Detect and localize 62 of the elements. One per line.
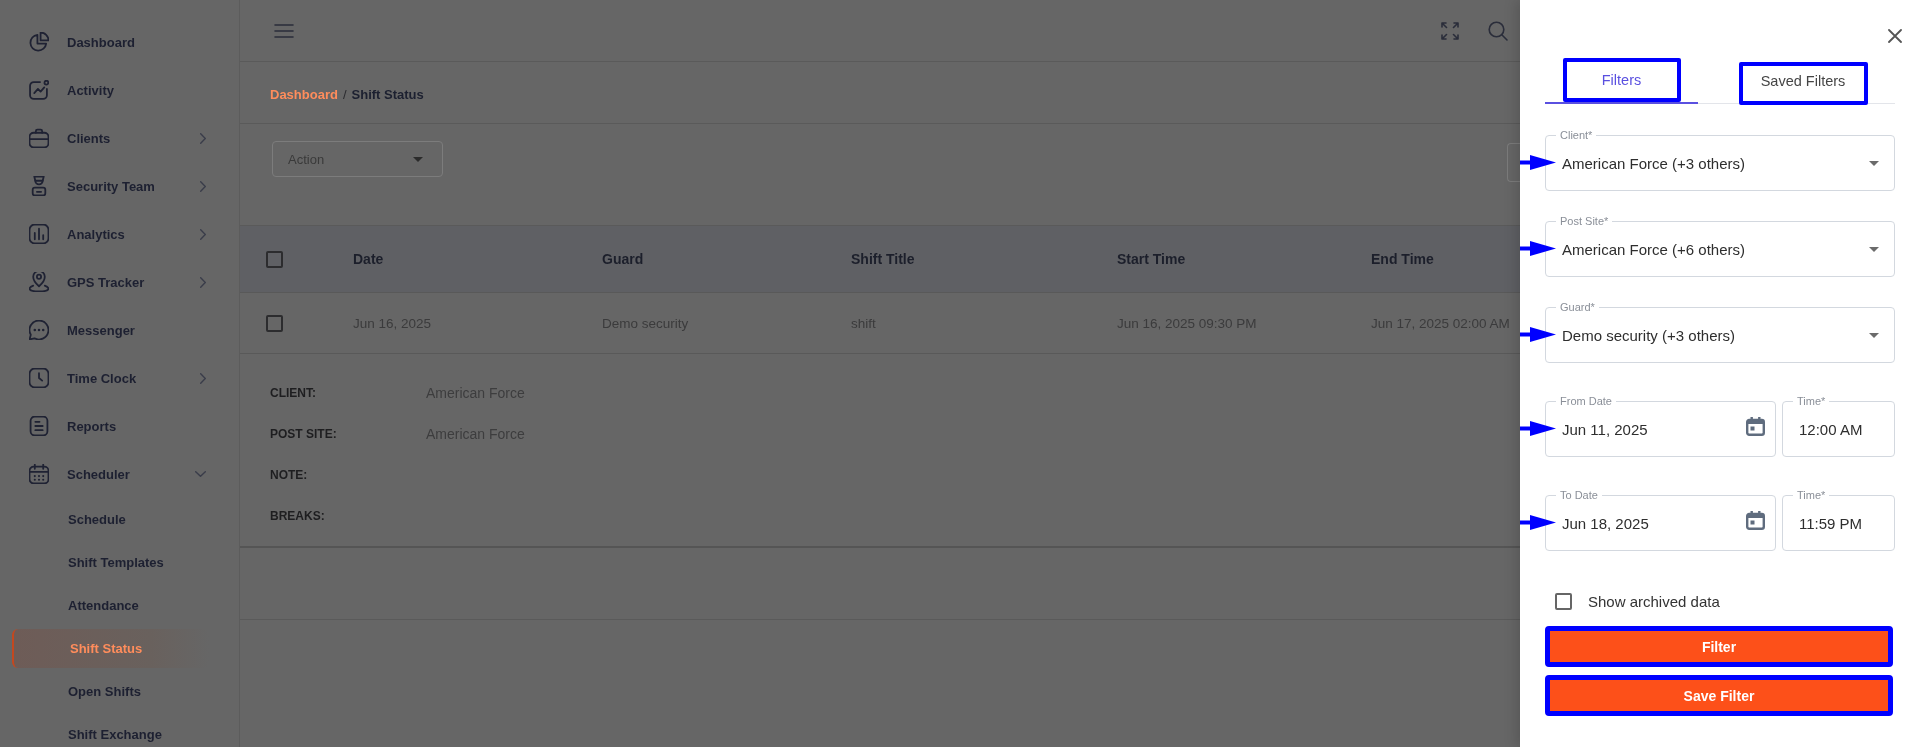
- clock-icon: [29, 368, 49, 388]
- page-title: Shift Status: [351, 86, 424, 102]
- column-header: Guard: [602, 251, 644, 267]
- tab[interactable]: Saved Filters: [1738, 62, 1868, 105]
- menu-icon[interactable]: [274, 23, 294, 38]
- date-field[interactable]: To Date Jun 18, 2025: [1545, 489, 1776, 551]
- sidebar-subitem[interactable]: Schedule: [12, 500, 209, 539]
- panel-button[interactable]: Filter: [1545, 626, 1893, 667]
- person-icon: [29, 176, 49, 196]
- dropdown-caret-icon: [1869, 247, 1879, 252]
- dropdown-caret-icon: [1869, 333, 1879, 338]
- column-header: Shift Title: [851, 251, 915, 267]
- archived-checkbox[interactable]: [1555, 592, 1572, 610]
- time-field[interactable]: Time* 11:59 PM: [1782, 489, 1895, 551]
- sidebar-item[interactable]: GPS Tracker: [0, 258, 239, 306]
- select-all-checkbox[interactable]: [266, 250, 283, 268]
- sidebar-subitem[interactable]: Shift Exchange: [12, 715, 209, 747]
- sidebar-subitem[interactable]: Open Shifts: [12, 672, 209, 711]
- close-icon[interactable]: [1888, 29, 1902, 43]
- sidebar-item[interactable]: Dashboard: [0, 18, 239, 66]
- sidebar-subitem[interactable]: Shift Templates: [12, 543, 209, 582]
- map-pin-icon: [29, 272, 49, 292]
- bar-chart-icon: [29, 224, 49, 244]
- sidebar-item[interactable]: Messenger: [0, 306, 239, 354]
- calendar-icon: [29, 464, 49, 484]
- sidebar-item[interactable]: Scheduler: [0, 450, 239, 498]
- fullscreen-icon[interactable]: [1441, 21, 1459, 40]
- select-field[interactable]: Client* American Force (+3 others): [1545, 129, 1895, 191]
- dropdown-caret-icon: [413, 156, 423, 162]
- sidebar-item[interactable]: Activity: [0, 66, 239, 114]
- chat-bubble-icon: [29, 320, 49, 340]
- trend-chart-icon: [29, 80, 49, 100]
- search-icon[interactable]: [1488, 20, 1508, 41]
- dropdown-caret-icon: [1869, 161, 1879, 166]
- column-header: Date: [353, 251, 384, 267]
- column-header: Start Time: [1117, 251, 1186, 267]
- sidebar-item[interactable]: Analytics: [0, 210, 239, 258]
- detail-label: BREAKS:: [270, 508, 326, 523]
- calendar-icon[interactable]: [1746, 511, 1765, 530]
- sidebar-item[interactable]: Time Clock: [0, 354, 239, 402]
- date-field[interactable]: From Date Jun 11, 2025: [1545, 395, 1776, 457]
- breadcrumb-link[interactable]: Dashboard: [270, 86, 338, 102]
- time-field[interactable]: Time* 12:00 AM: [1782, 395, 1895, 457]
- pie-chart-icon: [29, 32, 49, 52]
- panel-button[interactable]: Save Filter: [1545, 675, 1893, 716]
- sidebar-item[interactable]: Reports: [0, 402, 239, 450]
- breadcrumb-separator: /: [342, 86, 347, 102]
- calendar-icon[interactable]: [1746, 417, 1765, 436]
- select-field[interactable]: Post Site* American Force (+6 others): [1545, 215, 1895, 277]
- sidebar-item[interactable]: Clients: [0, 114, 239, 162]
- detail-label: NOTE:: [270, 467, 309, 482]
- column-header: End Time: [1371, 251, 1434, 267]
- select-field[interactable]: Guard* Demo security (+3 others): [1545, 301, 1895, 363]
- row-checkbox[interactable]: [266, 314, 283, 332]
- detail-label: CLIENT:: [270, 385, 317, 400]
- document-icon: [29, 416, 49, 436]
- tab[interactable]: Filters: [1562, 58, 1681, 102]
- sidebar-subitem[interactable]: Attendance: [12, 586, 209, 625]
- checkbox-label: Show archived data: [1588, 592, 1720, 610]
- sidebar-item[interactable]: Security Team: [0, 162, 239, 210]
- detail-label: POST SITE:: [270, 426, 338, 441]
- briefcase-icon: [29, 128, 49, 148]
